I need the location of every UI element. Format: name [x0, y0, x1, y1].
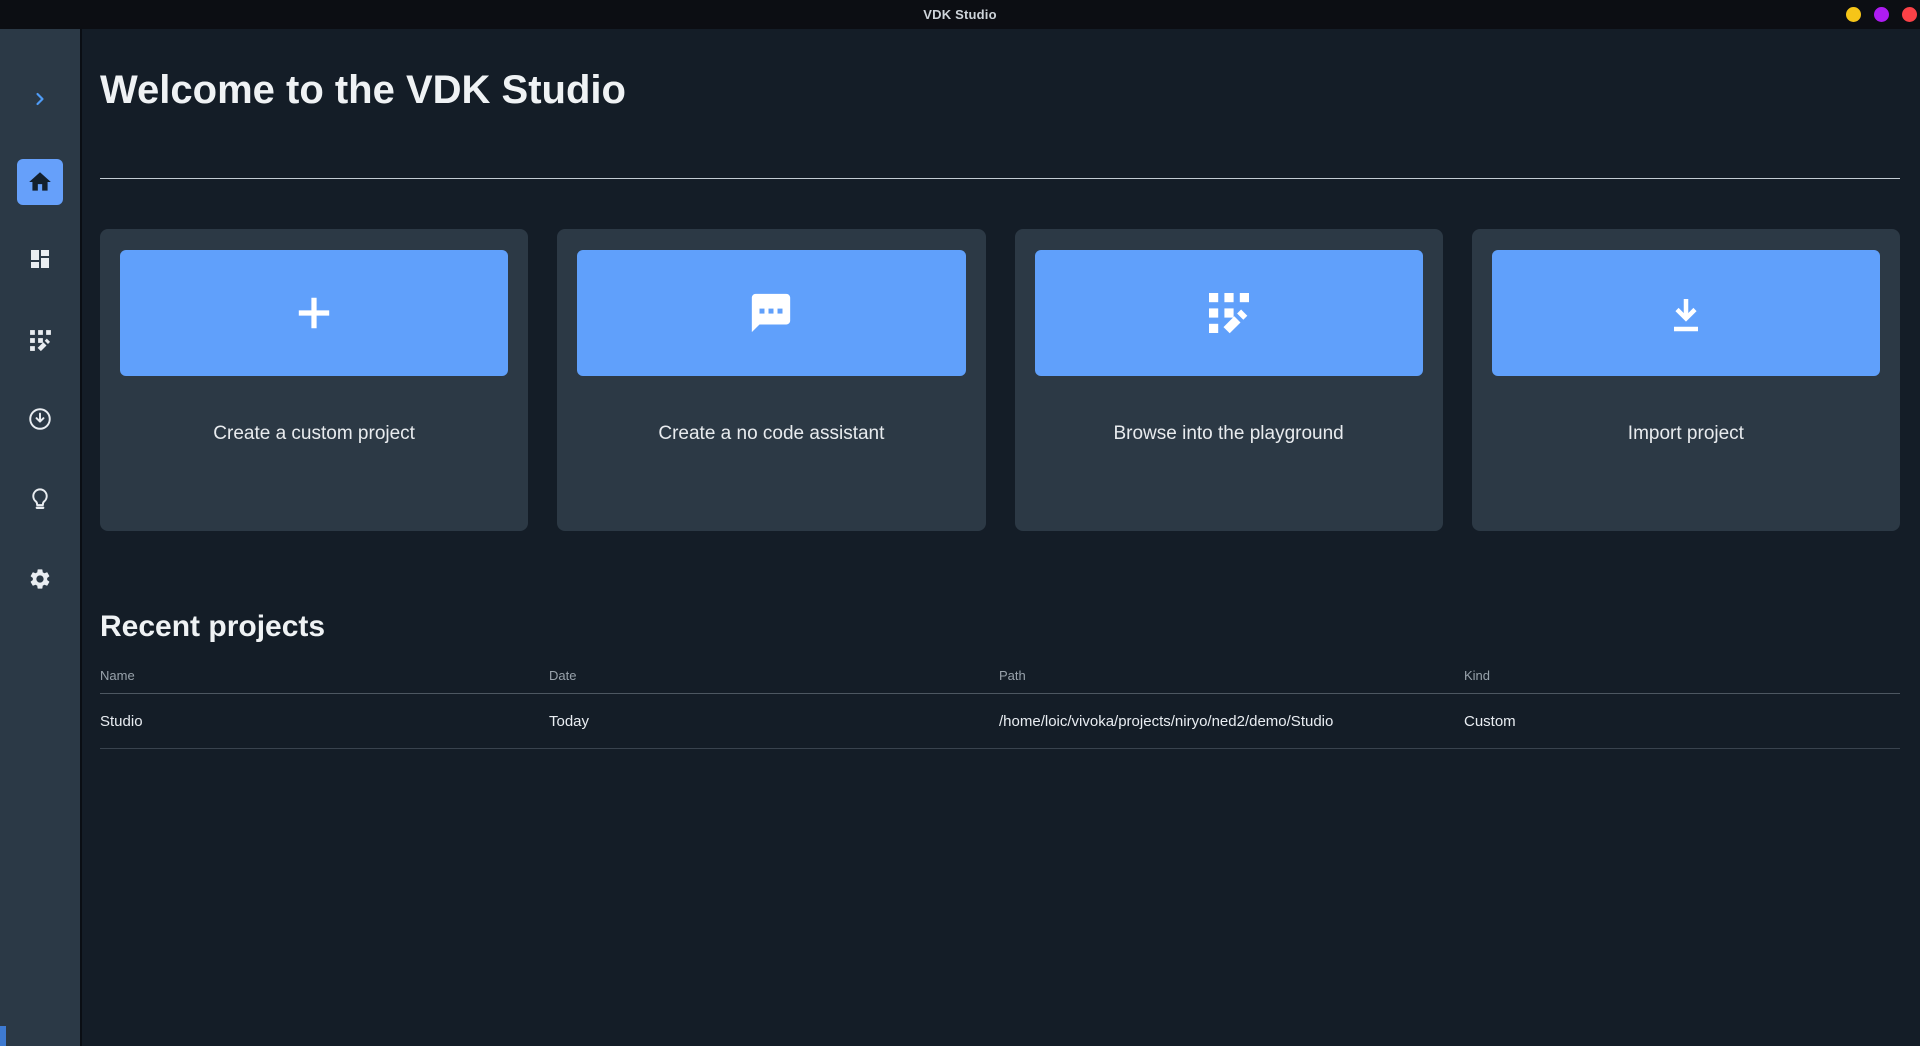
card-browse-playground[interactable]: Browse into the playground	[1014, 229, 1443, 531]
main-content: Welcome to the VDK Studio Create a custo…	[82, 29, 1920, 1046]
card-banner	[577, 250, 966, 376]
card-create-no-code-assistant[interactable]: Create a no code assistant	[557, 229, 986, 531]
cell-name: Studio	[100, 712, 143, 730]
action-cards: Create a custom project Create a no code…	[100, 229, 1900, 531]
card-label: Create a no code assistant	[658, 423, 885, 444]
cell-kind: Custom	[1464, 712, 1516, 730]
home-icon	[29, 172, 51, 191]
chevron-right-icon	[36, 92, 44, 106]
window-resize-grip[interactable]	[0, 1026, 6, 1046]
dashboard-icon	[31, 250, 49, 268]
column-header-name: Name	[100, 667, 135, 683]
title-divider	[100, 178, 1900, 179]
maximize-button[interactable]	[1874, 7, 1889, 22]
sidebar-item-playground[interactable]	[17, 317, 63, 363]
sidebar-item-home[interactable]	[17, 159, 63, 205]
lightbulb-icon	[32, 488, 48, 510]
chat-bubble-icon	[752, 293, 791, 333]
column-header-date: Date	[549, 667, 577, 683]
grid-edit-icon	[29, 329, 51, 351]
table-row[interactable]: Studio Today /home/loic/vivoka/projects/…	[100, 694, 1900, 749]
sidebar	[0, 29, 82, 1046]
sidebar-item-ideas[interactable]	[17, 475, 63, 521]
minimize-button[interactable]	[1846, 7, 1861, 22]
cell-path: /home/loic/vivoka/projects/niryo/ned2/de…	[999, 712, 1334, 730]
recent-projects-table: Name Date Path Kind Studio Today /home/l…	[100, 657, 1900, 749]
page-title: Welcome to the VDK Studio	[100, 68, 626, 112]
sidebar-item-settings[interactable]	[17, 556, 63, 602]
cell-date: Today	[549, 712, 590, 730]
grid-edit-icon	[1208, 293, 1249, 334]
column-header-path: Path	[999, 667, 1026, 683]
card-label: Import project	[1627, 423, 1744, 444]
card-banner	[1491, 250, 1880, 376]
card-create-custom-project[interactable]: Create a custom project	[100, 229, 529, 531]
card-banner	[120, 250, 509, 376]
titlebar: VDK Studio	[0, 0, 1920, 29]
card-banner	[1034, 250, 1423, 376]
plus-icon	[298, 297, 330, 329]
card-label: Browse into the playground	[1113, 423, 1344, 444]
download-circle-icon	[29, 408, 51, 430]
table-header-row: Name Date Path Kind	[100, 657, 1900, 694]
sidebar-item-expand[interactable]	[17, 76, 63, 122]
sidebar-item-import[interactable]	[17, 396, 63, 442]
close-button[interactable]	[1902, 7, 1917, 22]
card-import-project[interactable]: Import project	[1471, 229, 1900, 531]
column-header-kind: Kind	[1464, 667, 1491, 683]
window-title: VDK Studio	[923, 7, 997, 22]
sidebar-item-projects[interactable]	[17, 236, 63, 282]
window-controls	[1846, 0, 1917, 29]
recent-projects-title: Recent projects	[100, 610, 326, 643]
gear-icon	[30, 569, 50, 589]
card-label: Create a custom project	[213, 423, 415, 444]
download-icon	[1673, 299, 1698, 332]
